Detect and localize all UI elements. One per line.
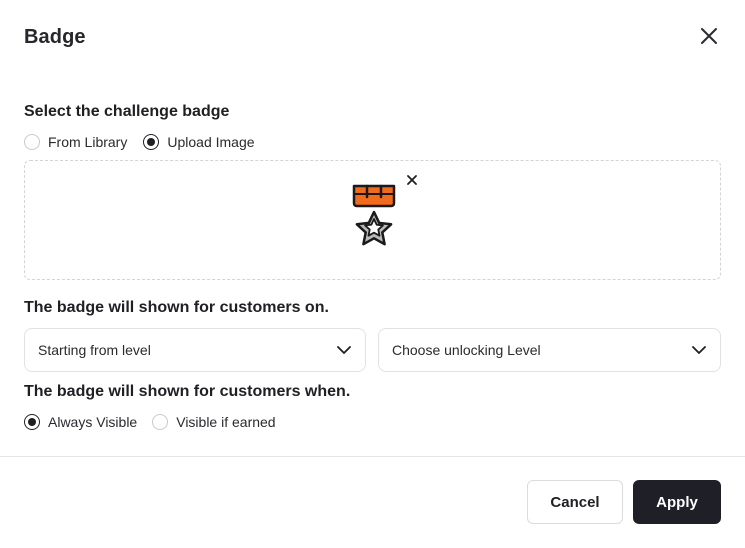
chevron-down-icon [692,346,706,354]
cancel-button[interactable]: Cancel [527,480,623,524]
radio-visible-if-earned[interactable]: Visible if earned [152,414,276,430]
visibility-radio-group: Always Visible Visible if earned [24,414,276,430]
medal-star-icon [352,184,396,246]
radio-upload-image[interactable]: Upload Image [143,134,255,150]
footer-divider [0,456,745,457]
badge-dialog: Badge Select the challenge badge From Li… [0,0,745,548]
badge-source-radio-group: From Library Upload Image [24,134,255,150]
radio-upload-image-label: Upload Image [167,134,255,150]
close-button[interactable] [697,24,721,48]
close-icon [701,28,717,44]
radio-always-visible[interactable]: Always Visible [24,414,137,430]
radio-visible-if-earned-label: Visible if earned [176,414,276,430]
radio-from-library-control[interactable] [24,134,40,150]
image-upload-dropzone[interactable] [24,160,721,280]
radio-always-visible-control[interactable] [24,414,40,430]
radio-visible-if-earned-control[interactable] [152,414,169,430]
starting-level-value: Starting from level [38,342,151,358]
chevron-down-icon [337,346,351,354]
radio-always-visible-label: Always Visible [48,414,138,430]
starting-level-select[interactable]: Starting from level [24,328,366,372]
badge-source-label: Select the challenge badge [24,103,230,120]
radio-upload-image-control[interactable] [143,134,160,150]
dialog-title: Badge [24,26,86,48]
radio-from-library[interactable]: From Library [24,134,127,150]
remove-image-button[interactable] [405,173,419,187]
unlocking-level-select[interactable]: Choose unlocking Level [378,328,721,372]
apply-button[interactable]: Apply [633,480,721,524]
levels-label: The badge will shown for customers on. [24,299,329,316]
visibility-label: The badge will shown for customers when. [24,383,351,400]
unlocking-level-value: Choose unlocking Level [392,342,541,358]
radio-from-library-label: From Library [48,134,128,150]
close-icon [407,175,417,185]
